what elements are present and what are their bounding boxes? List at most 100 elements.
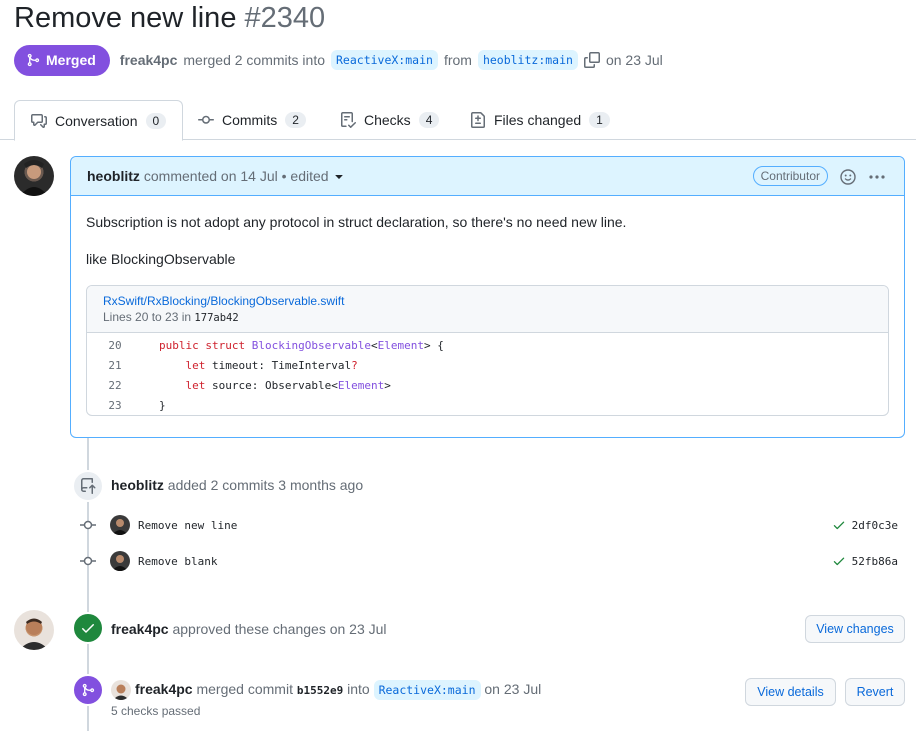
view-changes-button[interactable]: View changes [805, 615, 905, 643]
tab-label: Files changed [494, 112, 582, 128]
comment-box: heoblitz commented on 14 Jul • edited Co… [70, 156, 905, 438]
event-author[interactable]: freak4pc [111, 621, 169, 637]
snippet-sha-link[interactable]: 177ab42 [194, 312, 238, 324]
check-approved-icon [72, 612, 104, 644]
view-details-button[interactable]: View details [745, 678, 836, 706]
contributor-badge: Contributor [752, 166, 828, 186]
approval-text: freak4pc approved these changes on 23 Ju… [111, 621, 387, 637]
user-avatar-icon [19, 618, 49, 650]
avatar[interactable] [14, 610, 54, 650]
revert-button[interactable]: Revert [845, 678, 905, 706]
code-line: 20 public struct BlockingObservable<Elem… [87, 335, 888, 355]
pr-title: Remove new line [14, 2, 237, 34]
comment-author[interactable]: heoblitz [87, 168, 140, 184]
tab-label: Commits [222, 112, 278, 128]
code-line: 22 let source: Observable<Element> [87, 375, 888, 395]
commit-icon [198, 115, 214, 124]
comment-paragraph: like BlockingObservable [86, 251, 236, 267]
code-line: 21 let timeout: TimeInterval? [87, 355, 888, 375]
event-description: approved these changes on 23 Jul [172, 621, 387, 637]
kebab-horizontal-icon[interactable] [868, 169, 886, 185]
merge-sha-link[interactable]: b1552e9 [297, 684, 343, 697]
comment-meta[interactable]: commented on 14 Jul • edited [144, 168, 329, 184]
tab-label: Checks [364, 112, 411, 128]
pr-meta: Merged freak4pc merged 2 commits into Re… [14, 44, 663, 76]
head-branch[interactable]: heoblitz:main [477, 50, 578, 70]
from-text: from [443, 52, 472, 68]
snippet-lines: Lines 20 to 23 in 177ab42 [103, 310, 872, 324]
commit-sha-link[interactable]: 52fb86a [852, 555, 898, 568]
chevron-down-icon[interactable] [331, 168, 347, 184]
event-description: added 2 commits 3 months ago [167, 477, 364, 493]
conversation-icon [31, 113, 47, 128]
page-title: Remove new line #2340 [14, 0, 325, 36]
code-snippet: RxSwift/RxBlocking/BlockingObservable.sw… [86, 285, 889, 416]
merge-text: merged 2 commits into [183, 52, 325, 68]
pr-author-link[interactable]: freak4pc [120, 52, 178, 68]
code-text: } [159, 398, 166, 412]
merge-event-text: freak4pc merged commit b1552e9 into Reac… [135, 680, 542, 700]
event-description: into [347, 681, 370, 697]
line-number: 21 [108, 358, 122, 372]
pr-tabs: Conversation 0 Commits 2 Checks 4 Files … [0, 100, 916, 141]
code-line: 23 } [87, 395, 888, 415]
copy-icon[interactable] [583, 52, 600, 68]
event-date: on 23 Jul [484, 681, 542, 697]
checklist-icon [341, 112, 356, 128]
tab-counter: 1 [589, 112, 610, 128]
event-author[interactable]: heoblitz [111, 477, 164, 493]
code-lines: 20 public struct BlockingObservable<Elem… [87, 333, 888, 415]
comment-paragraph: Subscription is not adopt any protocol i… [86, 214, 627, 230]
commit-sha: 2df0c3e [832, 518, 898, 532]
line-number: 20 [108, 338, 122, 352]
event-author[interactable]: freak4pc [135, 681, 193, 697]
merged-badge: Merged [14, 44, 110, 76]
checks-passed[interactable]: 5 checks passed [111, 704, 200, 718]
tab-counter: 2 [285, 112, 306, 128]
merge-icon [27, 53, 40, 67]
snippet-path-link[interactable]: RxSwift/RxBlocking/BlockingObservable.sw… [103, 294, 872, 308]
commit-sha: 52fb86a [832, 554, 898, 568]
comment-header: heoblitz commented on 14 Jul • edited Co… [71, 157, 904, 196]
file-diff-icon [471, 112, 485, 128]
merge-event-icon [72, 674, 104, 706]
check-icon[interactable] [832, 518, 846, 532]
commit-row: Remove new line 2df0c3e [78, 514, 908, 536]
tab-conversation[interactable]: Conversation 0 [14, 100, 184, 141]
tab-commits[interactable]: Commits 2 [198, 100, 306, 140]
event-description: merged commit [196, 681, 293, 697]
merged-label: Merged [46, 52, 96, 68]
user-avatar-icon [20, 160, 48, 196]
commit-author-avatar[interactable] [110, 515, 130, 535]
tab-counter: 4 [418, 112, 440, 128]
tab-counter: 0 [145, 112, 167, 129]
avatar[interactable] [14, 156, 54, 196]
pr-number: #2340 [244, 2, 326, 34]
merge-date: on 23 Jul [605, 52, 663, 68]
code-text: let timeout: TimeInterval? [185, 358, 358, 372]
merge-author-avatar[interactable] [111, 680, 131, 700]
commits-event-text: heoblitz added 2 commits 3 months ago [111, 477, 363, 493]
snippet-lines-text: Lines 20 to 23 in [103, 310, 192, 324]
commit-author-avatar[interactable] [110, 551, 130, 571]
commit-row: Remove blank 52fb86a [78, 550, 908, 572]
commit-message-link[interactable]: Remove new line [138, 519, 237, 532]
comment-body: Subscription is not adopt any protocol i… [71, 196, 904, 432]
merge-branch[interactable]: ReactiveX:main [373, 680, 481, 700]
snippet-header: RxSwift/RxBlocking/BlockingObservable.sw… [87, 286, 888, 333]
commit-dot-icon [80, 520, 96, 530]
line-number: 22 [108, 378, 122, 392]
smiley-icon[interactable] [840, 169, 856, 185]
commit-message-link[interactable]: Remove blank [138, 555, 217, 568]
commit-sha-link[interactable]: 2df0c3e [852, 519, 898, 532]
base-branch[interactable]: ReactiveX:main [331, 50, 438, 70]
tab-files-changed[interactable]: Files changed 1 [470, 100, 610, 140]
commit-dot-icon [80, 556, 96, 566]
line-number: 23 [108, 398, 122, 412]
repo-push-icon [72, 470, 104, 502]
check-icon[interactable] [832, 554, 846, 568]
code-text: let source: Observable<Element> [185, 378, 391, 392]
tab-label: Conversation [55, 112, 138, 129]
code-text: public struct BlockingObservable<Element… [159, 338, 444, 352]
tab-checks[interactable]: Checks 4 [340, 100, 440, 140]
